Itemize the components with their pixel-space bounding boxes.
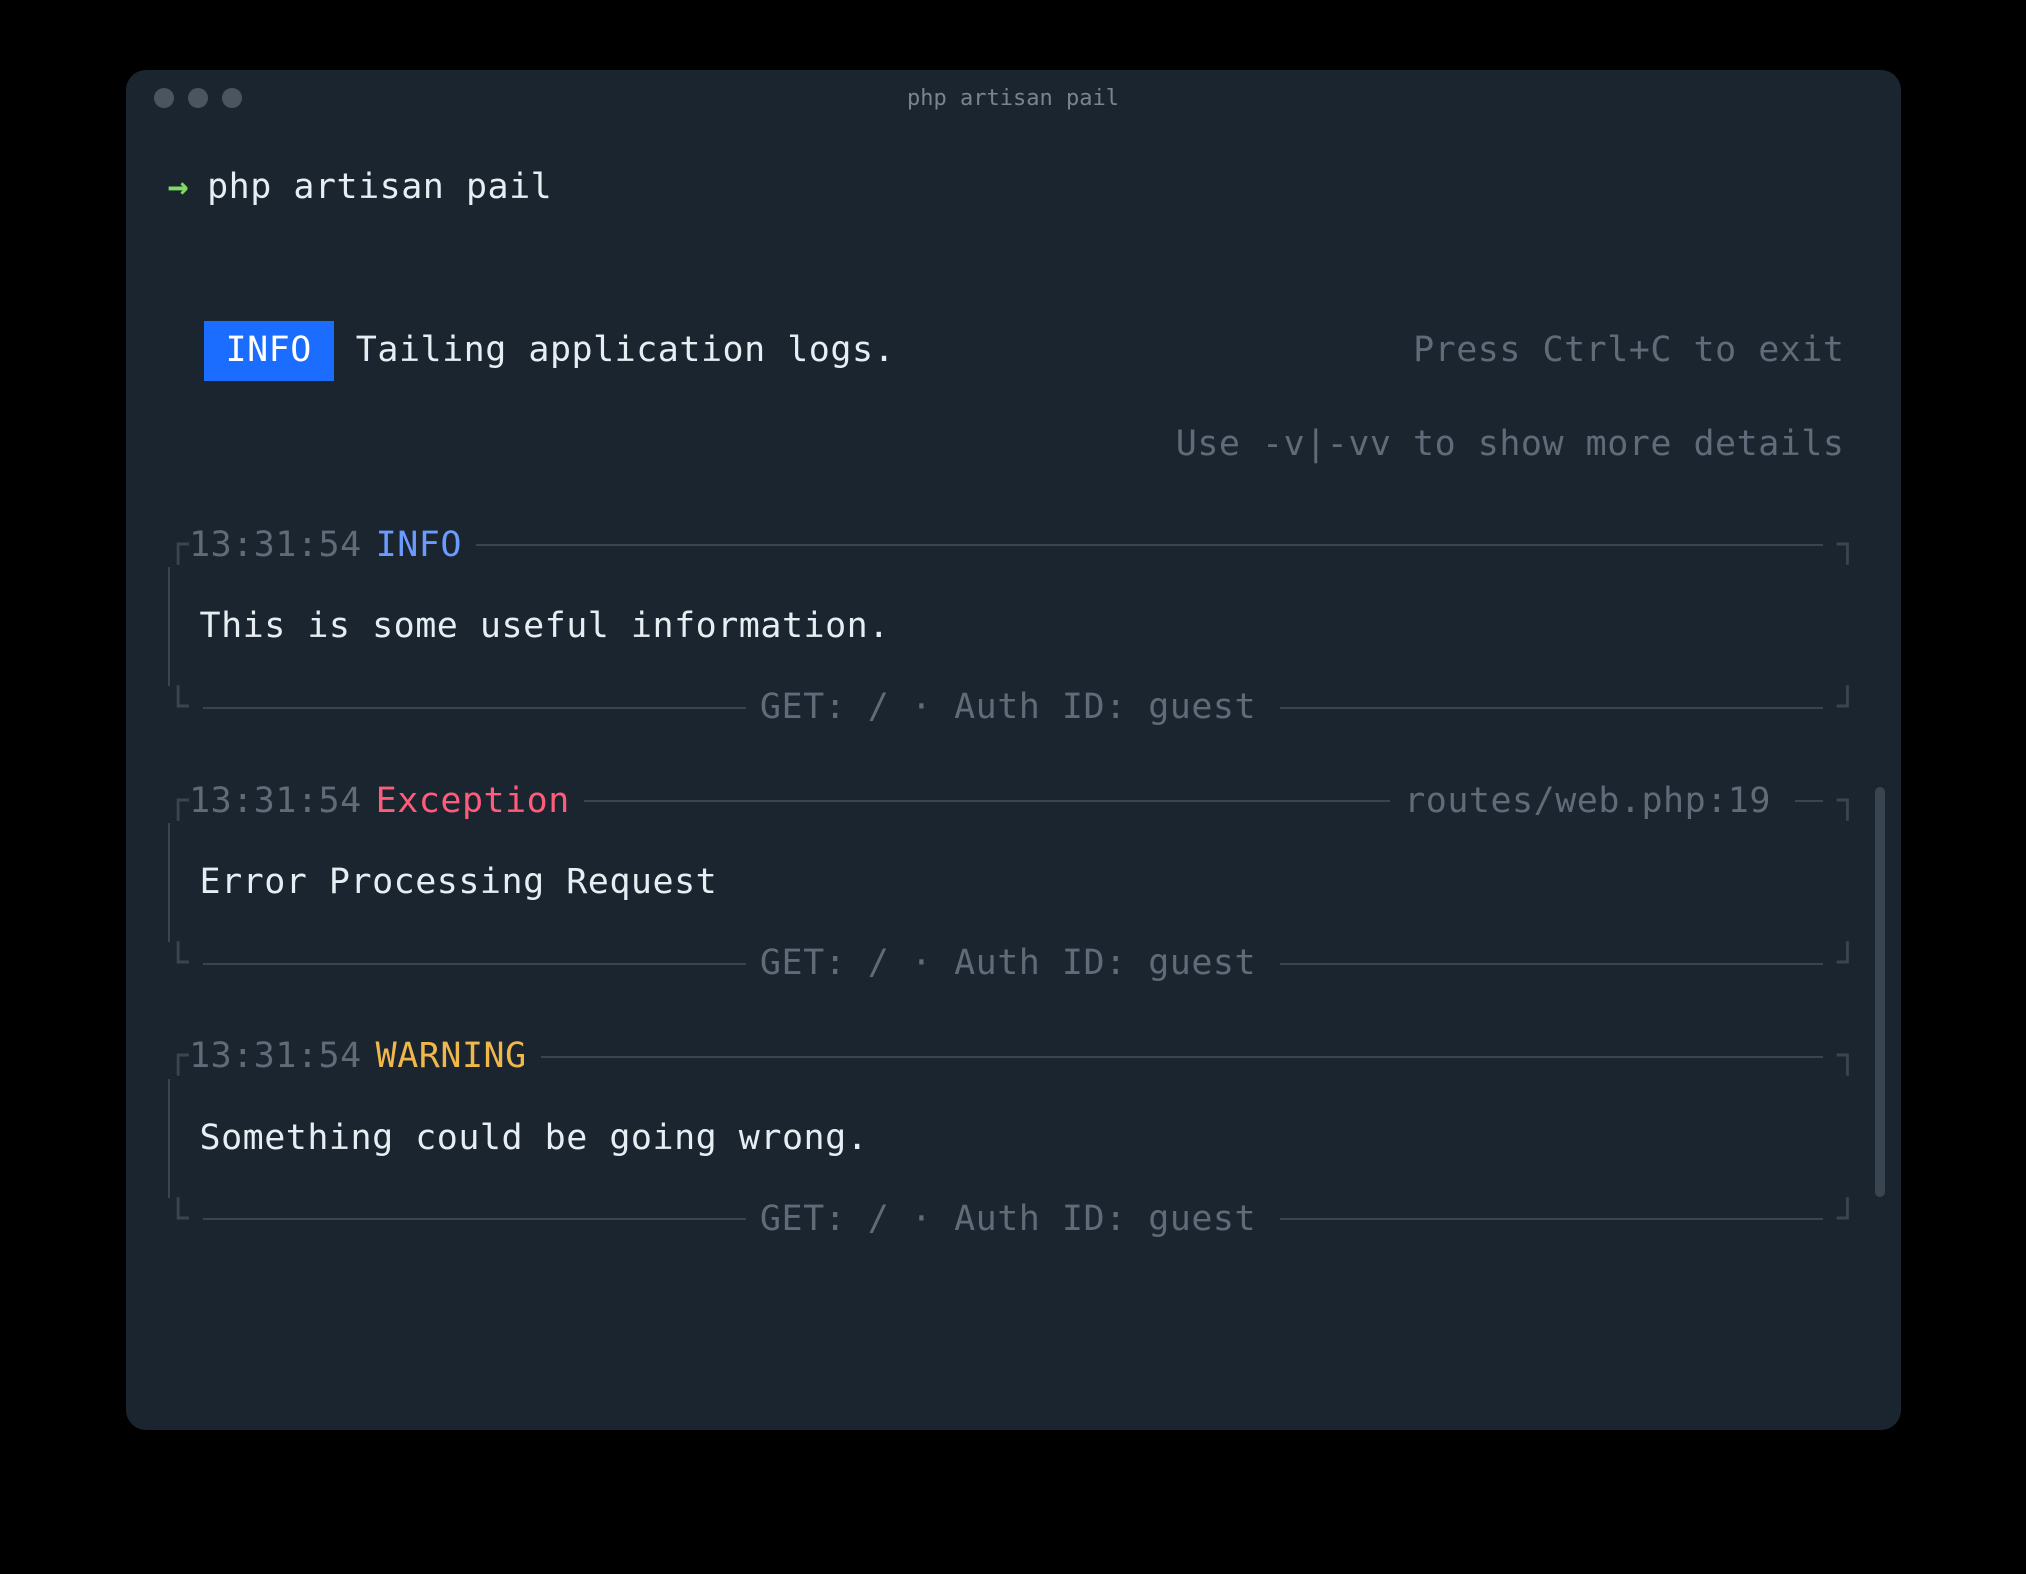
terminal-window: php artisan pail → php artisan pail INFO…	[126, 70, 1901, 1430]
prompt-line: → php artisan pail	[168, 164, 1859, 211]
box-line-icon	[1280, 963, 1823, 965]
tail-header: INFO Tailing application logs. Press Ctr…	[168, 321, 1859, 468]
box-corner-icon	[168, 940, 190, 987]
box-corner-icon	[1837, 684, 1859, 731]
box-line-icon	[203, 707, 746, 709]
log-entries: 13:31:54 INFO This is some useful inform…	[168, 522, 1859, 1243]
box-line-icon	[1795, 800, 1823, 802]
log-body: Something could be going wrong.	[168, 1079, 1859, 1198]
box-corner-icon	[168, 1196, 190, 1243]
box-corner-icon	[168, 522, 190, 569]
log-level: Exception	[376, 778, 570, 825]
box-line-icon	[541, 1056, 1823, 1058]
log-level: INFO	[376, 522, 462, 569]
box-corner-icon	[168, 684, 190, 731]
log-entry: 13:31:54 WARNING Something could be goin…	[168, 1033, 1859, 1243]
log-level: WARNING	[376, 1033, 527, 1080]
box-corner-icon	[1837, 522, 1859, 569]
box-line-icon	[203, 1218, 746, 1220]
box-corner-icon	[1837, 940, 1859, 987]
log-body: This is some useful information.	[168, 567, 1859, 686]
log-entry: 13:31:54 Exception routes/web.php:19 Err…	[168, 778, 1859, 988]
log-entry: 13:31:54 INFO This is some useful inform…	[168, 522, 1859, 732]
tail-message: Tailing application logs.	[356, 327, 895, 374]
box-line-icon	[1280, 707, 1823, 709]
box-corner-icon	[168, 1033, 190, 1080]
exit-hint: Press Ctrl+C to exit	[1413, 327, 1858, 374]
log-footer: GET: / · Auth ID: guest	[760, 940, 1256, 987]
box-corner-icon	[168, 778, 190, 825]
command-text: php artisan pail	[207, 164, 552, 211]
verbose-hint: Use -v|-vv to show more details	[204, 421, 1859, 468]
log-time: 13:31:54	[189, 1033, 362, 1080]
titlebar: php artisan pail	[126, 70, 1901, 126]
log-footer: GET: / · Auth ID: guest	[760, 684, 1256, 731]
log-time: 13:31:54	[189, 778, 362, 825]
log-body: Error Processing Request	[168, 823, 1859, 942]
box-line-icon	[203, 963, 746, 965]
log-source: routes/web.php:19	[1404, 778, 1771, 825]
window-title: php artisan pail	[126, 86, 1901, 111]
info-badge: INFO	[204, 321, 334, 380]
box-corner-icon	[1837, 778, 1859, 825]
box-corner-icon	[1837, 1033, 1859, 1080]
scrollbar[interactable]	[1875, 787, 1885, 1197]
box-corner-icon	[1837, 1196, 1859, 1243]
log-time: 13:31:54	[189, 522, 362, 569]
box-line-icon	[584, 800, 1390, 802]
log-footer: GET: / · Auth ID: guest	[760, 1196, 1256, 1243]
terminal-content[interactable]: → php artisan pail INFO Tailing applicat…	[126, 126, 1901, 1243]
box-line-icon	[476, 544, 1823, 546]
prompt-arrow-icon: →	[168, 164, 190, 211]
box-line-icon	[1280, 1218, 1823, 1220]
